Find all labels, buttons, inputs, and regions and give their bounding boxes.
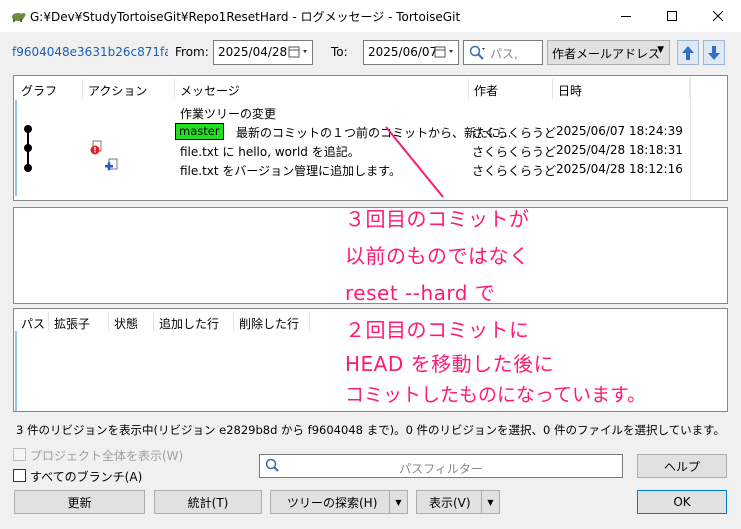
help-button[interactable]: ヘルプ xyxy=(637,454,727,478)
view-label: 表示(V) xyxy=(429,495,471,510)
tree-search-label: ツリーの探索(H) xyxy=(287,495,378,510)
path-filter-placeholder: パスフィルター xyxy=(399,462,483,476)
path-filter-input[interactable]: パスフィルター xyxy=(259,454,623,478)
annotation-line: コミットしたものになっています。 xyxy=(345,384,647,406)
view-button[interactable]: 表示(V) ▼ xyxy=(416,490,500,514)
annotation-line: reset --hard で xyxy=(345,281,496,305)
show-whole-project-label: プロジェクト全体を表示(W) xyxy=(30,449,184,463)
ok-button[interactable]: OK xyxy=(637,490,727,514)
chevron-down-icon[interactable]: ▼ xyxy=(389,491,407,513)
status-text: 3 件のリビジョンを表示中(リビジョン e2829b8d から f9604048… xyxy=(16,423,726,437)
annotation-line: HEAD を移動した後に xyxy=(345,352,555,376)
annotation-line: ２回目のコミットに xyxy=(345,318,530,342)
tree-search-button[interactable]: ツリーの探索(H) ▼ xyxy=(270,490,408,514)
all-branches-checkbox[interactable] xyxy=(13,469,26,482)
statistics-button[interactable]: 統計(T) xyxy=(154,490,262,514)
all-branches-label: すべてのブランチ(A) xyxy=(30,470,143,484)
annotation-line: ３回目のコミットが xyxy=(345,207,530,231)
annotation-line: 以前のものではなく xyxy=(345,244,530,268)
refresh-button[interactable]: 更新 xyxy=(14,490,145,514)
chevron-down-icon[interactable]: ▼ xyxy=(481,491,499,513)
show-whole-project-checkbox[interactable] xyxy=(13,448,26,461)
